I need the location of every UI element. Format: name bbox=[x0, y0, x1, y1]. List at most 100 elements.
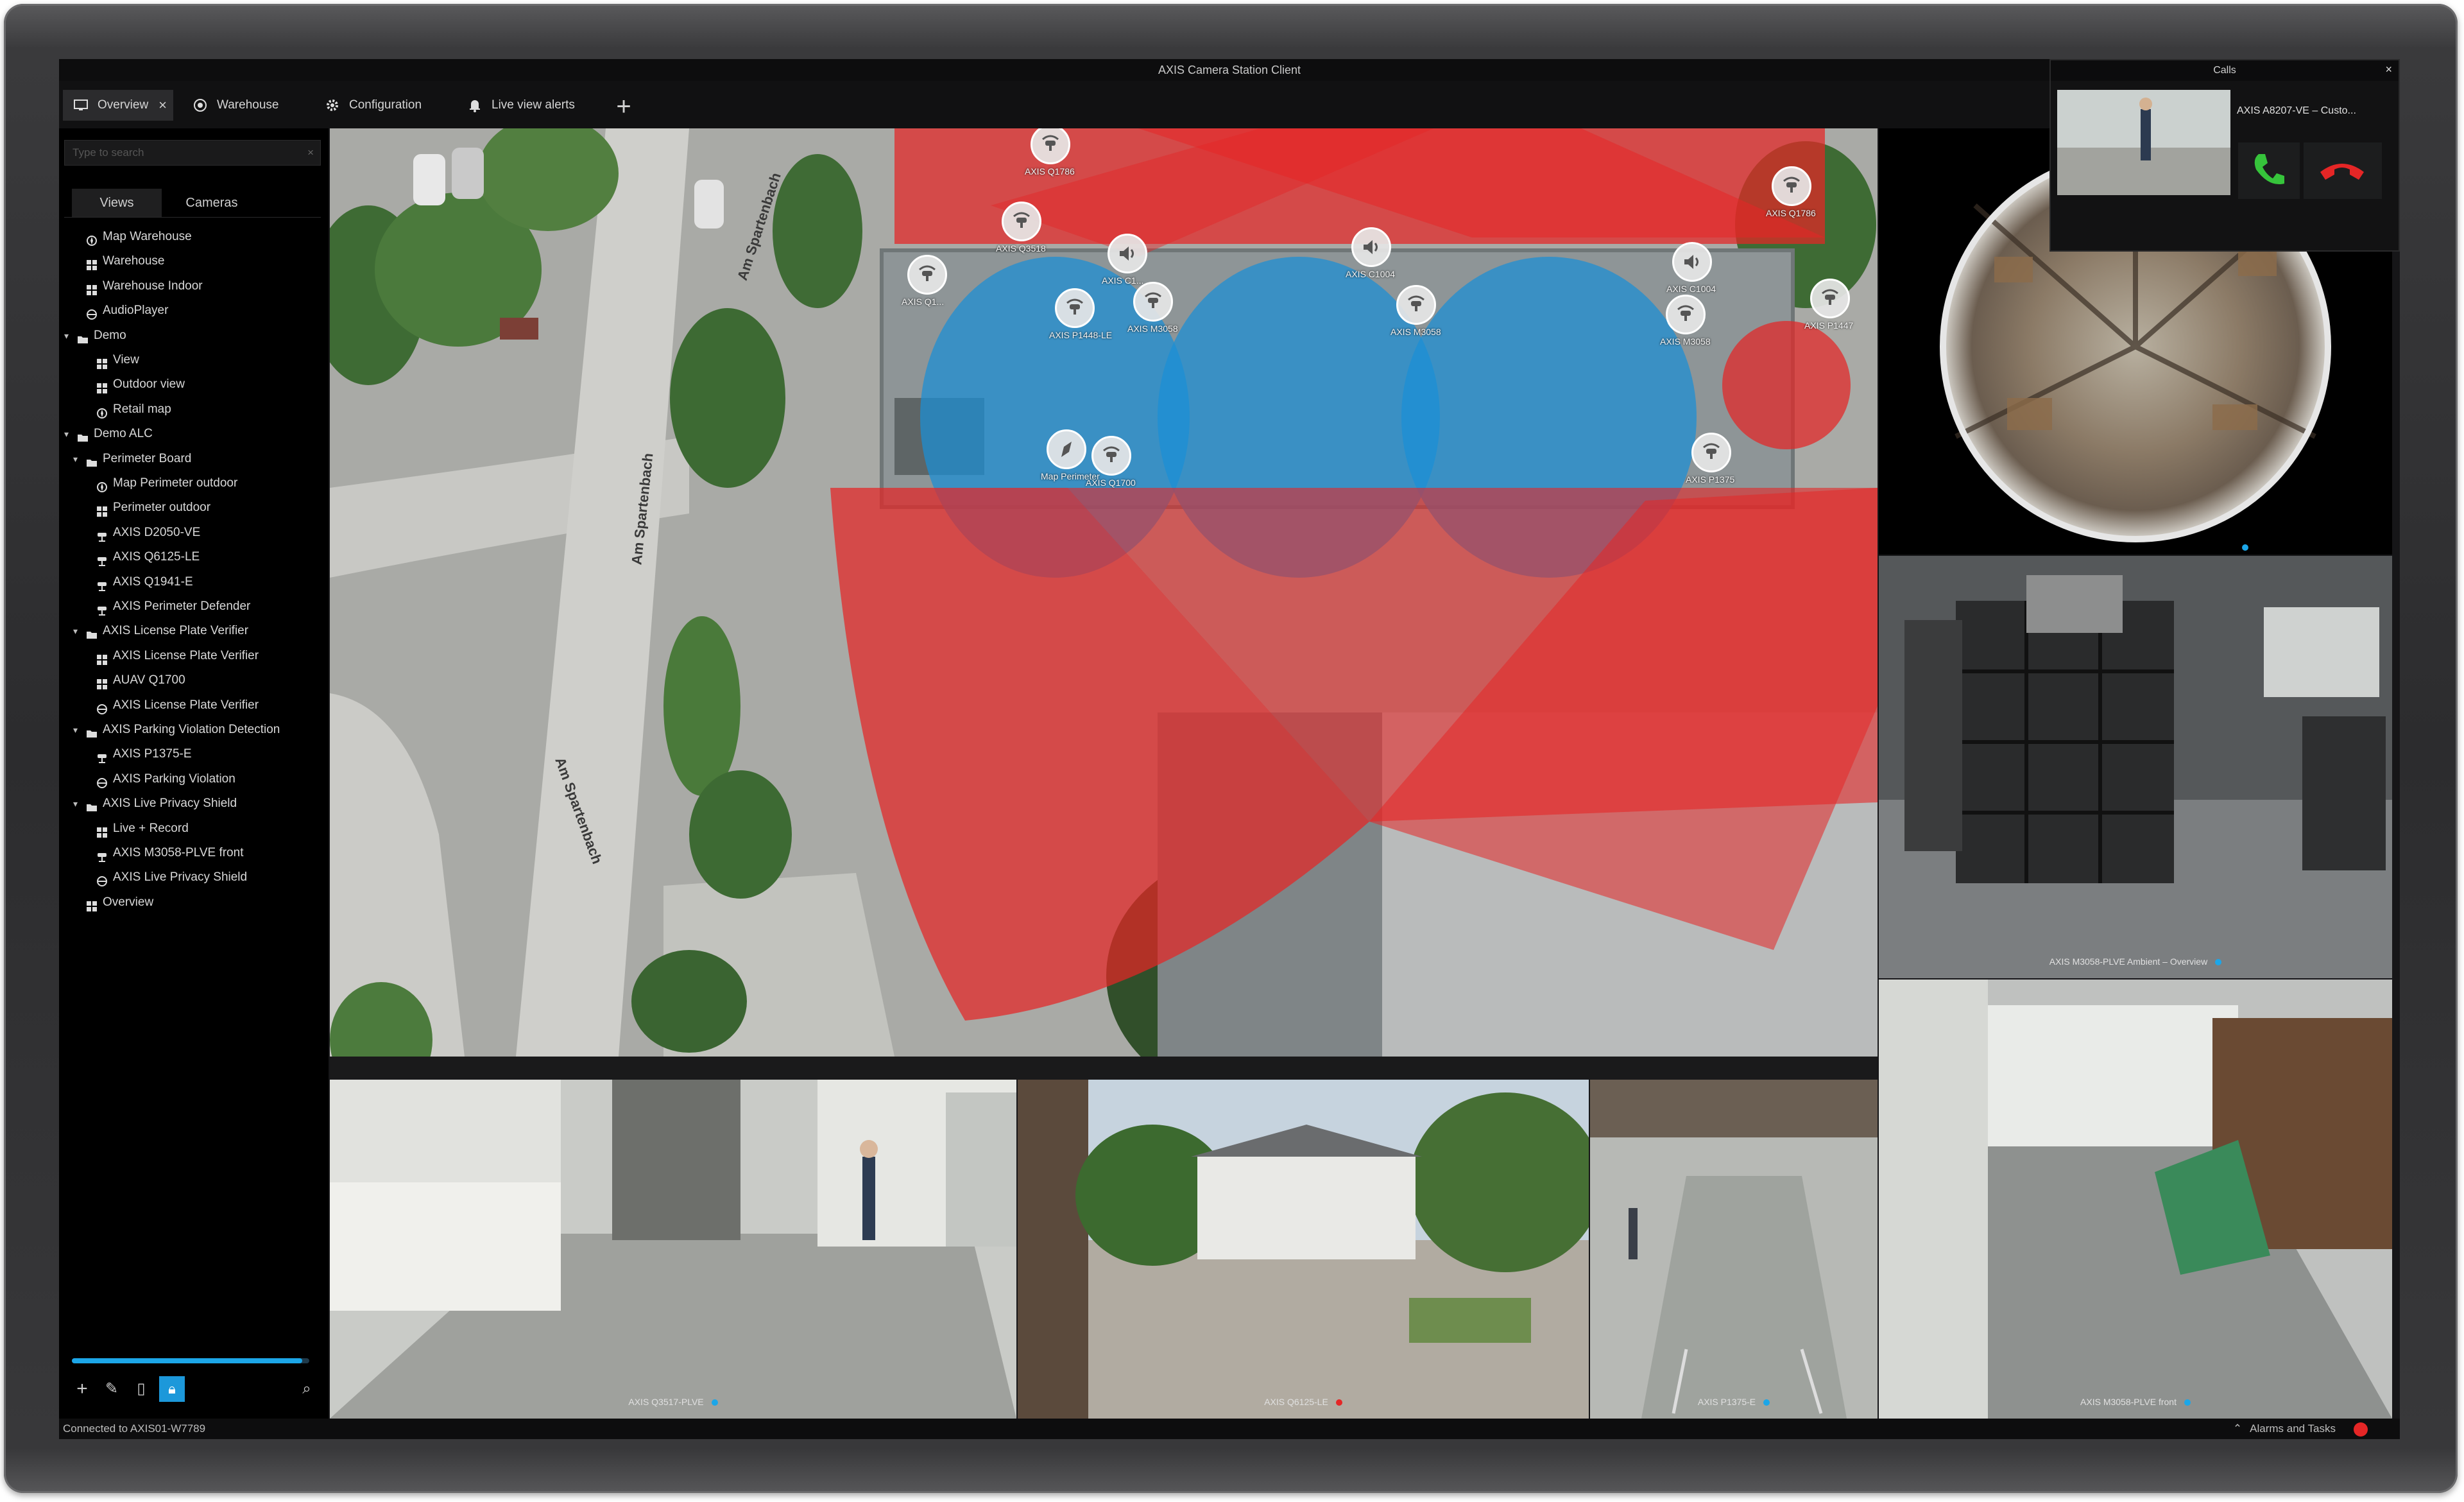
chevron-down-icon[interactable]: ▾ bbox=[73, 718, 82, 742]
tree-item[interactable]: AXIS Q1941-E bbox=[59, 570, 329, 594]
camera-icon bbox=[96, 748, 108, 764]
sidebar-scrollbar[interactable] bbox=[72, 1358, 309, 1363]
marker-label: AXIS Q1... bbox=[902, 297, 945, 307]
tab-warehouse[interactable]: Warehouse bbox=[182, 90, 309, 121]
phone-icon bbox=[2254, 154, 2284, 185]
camera-icon bbox=[96, 847, 108, 862]
tree-item[interactable]: Live + Record bbox=[59, 816, 329, 841]
chevron-down-icon[interactable]: ▾ bbox=[73, 619, 82, 643]
tree-item[interactable]: ▾ AXIS Live Privacy Shield bbox=[59, 791, 329, 816]
camera-marker[interactable] bbox=[1047, 429, 1086, 469]
map-view[interactable]: Am Spartenbach Am Spartenbach Am Sparten… bbox=[330, 128, 1878, 1057]
tree-item[interactable]: AXIS License Plate Verifier bbox=[59, 644, 329, 668]
status-dot bbox=[2242, 544, 2248, 551]
globe-icon bbox=[96, 700, 108, 714]
scroll-thumb[interactable] bbox=[72, 1358, 302, 1363]
chevron-down-icon[interactable]: ▾ bbox=[64, 324, 73, 348]
tab-overview[interactable]: Overview × bbox=[63, 90, 173, 121]
map-icon bbox=[96, 478, 108, 492]
tree-item[interactable]: ▾ Perimeter Board bbox=[59, 447, 329, 471]
tree-item[interactable]: AXIS D2050-VE bbox=[59, 521, 329, 545]
alert-icon[interactable] bbox=[2354, 1422, 2368, 1437]
tree-item[interactable]: Warehouse Indoor bbox=[59, 274, 329, 298]
clear-search-icon[interactable]: × bbox=[307, 141, 314, 165]
tree-item[interactable]: AXIS P1375-E bbox=[59, 742, 329, 766]
chevron-down-icon[interactable]: ▾ bbox=[73, 447, 82, 471]
close-icon[interactable]: × bbox=[2385, 63, 2392, 76]
grid-icon bbox=[86, 255, 98, 271]
tree-item[interactable]: ▾ Demo ALC bbox=[59, 422, 329, 446]
search-input[interactable]: Type to search × bbox=[64, 140, 321, 166]
tree-item[interactable]: AXIS Live Privacy Shield bbox=[59, 865, 329, 890]
subtab-cameras[interactable]: Cameras bbox=[167, 189, 257, 217]
tree-item[interactable]: AUAV Q1700 bbox=[59, 668, 329, 693]
calls-title: Calls bbox=[2051, 60, 2399, 81]
tree-item[interactable]: AudioPlayer bbox=[59, 298, 329, 323]
hangup-call-button[interactable] bbox=[2304, 142, 2382, 199]
tree-item-label: Retail map bbox=[113, 402, 171, 416]
tree-item[interactable]: View bbox=[59, 348, 329, 372]
delete-icon[interactable]: ▯ bbox=[128, 1376, 154, 1402]
tree-item[interactable]: AXIS Q6125-LE bbox=[59, 545, 329, 569]
camera-marker[interactable] bbox=[1055, 288, 1095, 328]
tree-item[interactable]: Warehouse bbox=[59, 249, 329, 273]
tree-item[interactable]: Map Perimeter outdoor bbox=[59, 471, 329, 496]
tree-item[interactable]: Perimeter outdoor bbox=[59, 496, 329, 520]
search-icon[interactable]: ⌕ bbox=[294, 1376, 320, 1402]
tab-label: Configuration bbox=[349, 98, 422, 112]
tree-item[interactable]: AXIS M3058-PLVE front bbox=[59, 841, 329, 865]
tree-item[interactable]: AXIS License Plate Verifier bbox=[59, 693, 329, 718]
camera-marker[interactable] bbox=[1091, 436, 1131, 476]
chevron-down-icon[interactable]: ▾ bbox=[64, 422, 73, 446]
speaker-marker[interactable] bbox=[1108, 234, 1147, 273]
camera-tile[interactable]: AXIS M3058-PLVE front bbox=[1879, 980, 2392, 1419]
camera-marker[interactable] bbox=[1666, 295, 1706, 334]
tree-item[interactable]: AXIS Perimeter Defender bbox=[59, 594, 329, 619]
tree-item[interactable]: Retail map bbox=[59, 397, 329, 422]
tab-live-view-alerts[interactable]: Live view alerts bbox=[457, 90, 604, 121]
add-icon[interactable]: + bbox=[69, 1376, 95, 1402]
close-icon[interactable]: × bbox=[158, 90, 167, 121]
hangup-icon bbox=[2320, 164, 2364, 180]
speaker-marker[interactable] bbox=[1672, 242, 1712, 282]
alarms-and-tasks-button[interactable]: ⌃ Alarms and Tasks bbox=[2233, 1419, 2336, 1439]
subtab-views[interactable]: Views bbox=[72, 189, 162, 217]
lock-icon[interactable]: 🔒︎ bbox=[159, 1376, 185, 1402]
camera-label: AXIS P1375-E bbox=[1590, 1397, 1878, 1407]
grid-icon bbox=[96, 650, 108, 665]
tree-item-label: AXIS Parking Violation Detection bbox=[103, 723, 280, 736]
edit-icon[interactable]: ✎ bbox=[99, 1376, 124, 1402]
camera-marker[interactable] bbox=[1002, 202, 1041, 241]
chevron-down-icon[interactable]: ▾ bbox=[73, 791, 82, 816]
answer-call-button[interactable] bbox=[2238, 142, 2300, 199]
camera-name: AXIS Q6125-LE bbox=[1264, 1397, 1328, 1407]
tree-item-label: Demo bbox=[94, 328, 126, 342]
tree-item-label: AXIS D2050-VE bbox=[113, 525, 201, 539]
camera-tile[interactable]: AXIS Q3517-PLVE bbox=[330, 1080, 1016, 1419]
camera-marker[interactable] bbox=[1772, 166, 1811, 206]
sidebar-footer: + ✎ ▯ 🔒︎ ⌕ bbox=[59, 1348, 329, 1419]
speaker-marker[interactable] bbox=[1351, 227, 1391, 267]
tree-item[interactable]: ▾ AXIS Parking Violation Detection bbox=[59, 718, 329, 742]
tree-item[interactable]: ▾ Demo bbox=[59, 324, 329, 348]
sidebar: Type to search × Views Cameras Map Wareh… bbox=[59, 128, 329, 1419]
tab-configuration[interactable]: Configuration bbox=[314, 90, 475, 121]
camera-tile[interactable]: AXIS Q6125-LE bbox=[1018, 1080, 1589, 1419]
camera-tile[interactable]: AXIS P1375-E bbox=[1590, 1080, 1878, 1419]
tree-item[interactable]: Map Warehouse bbox=[59, 225, 329, 249]
tree-item-label: Warehouse Indoor bbox=[103, 279, 203, 293]
tree-item[interactable]: Overview bbox=[59, 890, 329, 915]
tree-item-label: Map Warehouse bbox=[103, 230, 192, 243]
tree-item[interactable]: Outdoor view bbox=[59, 372, 329, 397]
tree-item[interactable]: AXIS Parking Violation bbox=[59, 767, 329, 791]
status-dot bbox=[711, 1399, 718, 1406]
camera-tile[interactable]: AXIS M3058-PLVE Ambient – Overview bbox=[1879, 556, 2392, 978]
camera-marker[interactable] bbox=[1810, 279, 1850, 318]
camera-marker[interactable] bbox=[907, 255, 947, 295]
tree-item[interactable]: ▾ AXIS License Plate Verifier bbox=[59, 619, 329, 643]
camera-marker[interactable] bbox=[1691, 433, 1731, 472]
add-tab-button[interactable]: + bbox=[611, 94, 637, 121]
sidebar-subtabs: Views Cameras bbox=[64, 189, 321, 218]
camera-marker[interactable] bbox=[1396, 285, 1436, 325]
camera-marker[interactable] bbox=[1133, 282, 1173, 322]
